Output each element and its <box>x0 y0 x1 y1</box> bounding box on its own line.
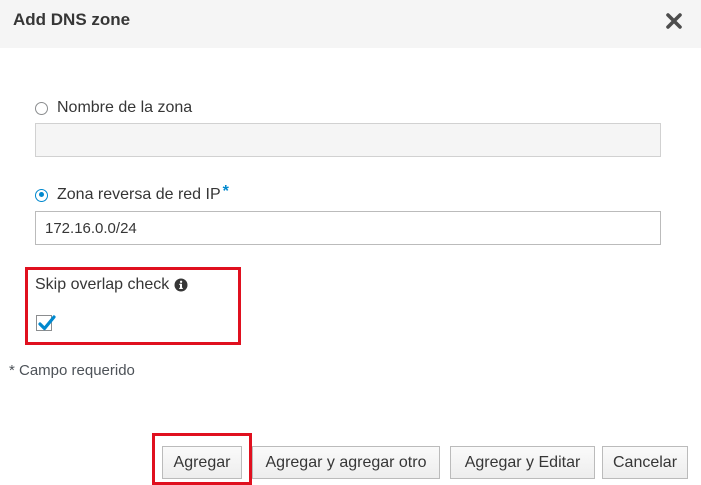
add-another-button[interactable]: Agregar y agregar otro <box>252 446 440 479</box>
close-icon <box>666 13 682 29</box>
close-button[interactable] <box>660 10 688 36</box>
add-button[interactable]: Agregar <box>162 446 242 479</box>
skip-overlap-label-row: Skip overlap check <box>35 276 188 294</box>
checkmark-icon <box>38 315 56 331</box>
reverse-zone-label: Zona reversa de red IP <box>57 186 221 203</box>
reverse-zone-radio[interactable] <box>35 188 48 202</box>
required-marker: * <box>222 183 229 200</box>
reverse-zone-option[interactable]: Zona reversa de red IP * <box>35 183 229 204</box>
reverse-zone-input[interactable] <box>35 211 661 245</box>
skip-overlap-checkbox[interactable] <box>36 315 56 331</box>
dialog-title: Add DNS zone <box>13 10 131 29</box>
info-icon[interactable] <box>174 278 188 292</box>
add-edit-button[interactable]: Agregar y Editar <box>450 446 595 479</box>
zone-name-label: Nombre de la zona <box>57 99 193 116</box>
dialog-header: Add DNS zone <box>0 0 701 48</box>
zone-name-input[interactable] <box>35 123 661 157</box>
skip-overlap-label: Skip overlap check <box>35 276 170 293</box>
cancel-button[interactable]: Cancelar <box>602 446 688 479</box>
required-field-note: * Campo requerido <box>9 362 135 379</box>
zone-name-radio[interactable] <box>35 101 48 115</box>
zone-name-option[interactable]: Nombre de la zona <box>35 99 192 117</box>
